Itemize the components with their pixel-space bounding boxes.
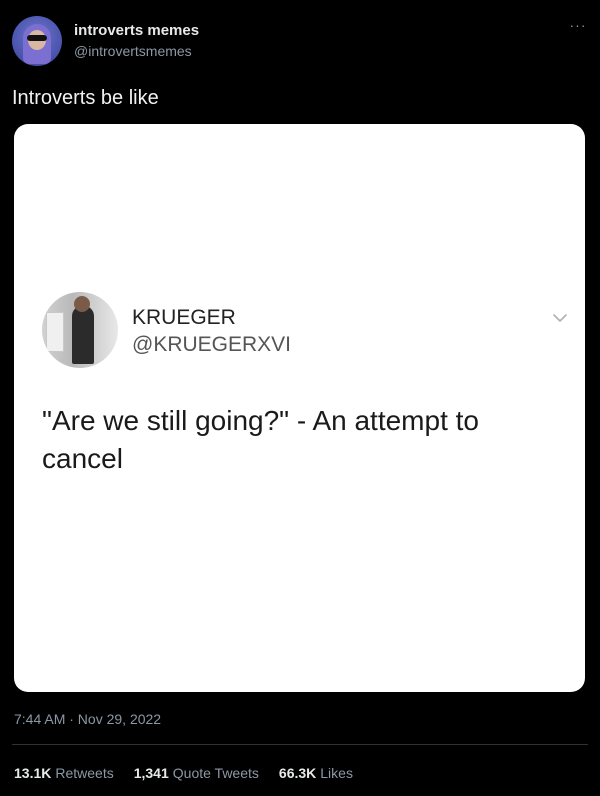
- engagement-stats: 13.1K Retweets 1,341 Quote Tweets 66.3K …: [14, 764, 353, 782]
- embedded-author-avatar: [42, 292, 118, 368]
- chevron-down-icon: [553, 314, 567, 322]
- divider: [12, 744, 588, 745]
- quote-tweets-label: Quote Tweets: [172, 765, 259, 781]
- author-info[interactable]: introverts memes @introvertsmemes: [74, 22, 199, 60]
- embedded-display-name: KRUEGER: [132, 306, 236, 329]
- avatar-background-frame: [46, 312, 64, 352]
- avatar-sunglasses: [27, 35, 47, 41]
- likes-count: 66.3K: [278, 765, 317, 781]
- likes-stat[interactable]: 66.3K Likes: [279, 764, 353, 782]
- likes-label: Likes: [320, 765, 353, 781]
- avatar-person: [72, 306, 94, 364]
- retweets-count: 13.1K: [14, 765, 52, 781]
- tweet-text: Introverts be like: [12, 87, 159, 109]
- tweet-header: introverts memes @introvertsmemes ···: [12, 16, 588, 68]
- more-horizontal-icon[interactable]: ···: [568, 18, 588, 36]
- author-display-name[interactable]: introverts memes: [74, 22, 199, 40]
- quote-tweets-stat[interactable]: 1,341 Quote Tweets: [134, 764, 259, 782]
- embedded-tweet-text: "Are we still going?" - An attempt to ca…: [42, 405, 479, 474]
- author-avatar[interactable]: [12, 16, 62, 66]
- retweets-stat[interactable]: 13.1K Retweets: [14, 764, 114, 782]
- retweets-label: Retweets: [55, 765, 114, 781]
- quote-tweets-count: 1,341: [133, 765, 169, 781]
- avatar-head: [74, 296, 90, 312]
- embedded-handle: @KRUEGERXVI: [132, 333, 292, 356]
- author-handle[interactable]: @introvertsmemes: [74, 42, 199, 60]
- tweet-timestamp[interactable]: 7:44 AM · Nov 29, 2022: [14, 710, 161, 728]
- tweet-media-image[interactable]: KRUEGER @KRUEGERXVI "Are we still going?…: [14, 124, 585, 692]
